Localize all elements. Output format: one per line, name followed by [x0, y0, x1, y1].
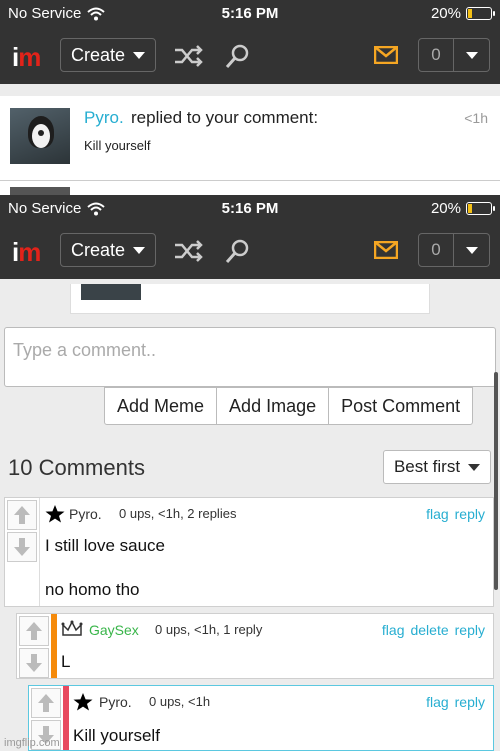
comment-user[interactable]: Pyro.: [99, 694, 132, 710]
battery-percent: 20%: [430, 200, 461, 217]
mail-icon[interactable]: [374, 46, 398, 64]
notification-time: <1h: [464, 110, 488, 126]
shuffle-icon[interactable]: [172, 237, 204, 265]
comment: Pyro. 0 ups, <1h, 2 replies flag reply I …: [4, 497, 494, 607]
arrow-down-icon: [26, 654, 42, 672]
comment-input[interactable]: Type a comment..: [4, 327, 496, 387]
chevron-down-icon: [133, 246, 146, 254]
chevron-down-icon: [133, 51, 146, 59]
upvote-button[interactable]: [19, 616, 49, 646]
notification-text: replied to your comment:: [131, 108, 319, 127]
delete-link[interactable]: delete: [410, 622, 448, 638]
upvote-button[interactable]: [7, 500, 37, 530]
battery-icon: [466, 202, 495, 215]
notification-count[interactable]: 0: [418, 38, 454, 72]
chevron-down-icon: [468, 463, 481, 471]
comment-actions: flag delete reply: [382, 622, 485, 638]
comment-user[interactable]: Pyro.: [69, 506, 102, 522]
comment-text: no homo tho: [45, 580, 140, 599]
comment-accent: [63, 686, 69, 750]
reply-link[interactable]: reply: [455, 622, 485, 638]
arrow-down-icon: [14, 538, 30, 556]
arrow-up-icon: [14, 506, 30, 524]
comment-text: I still love sauce: [45, 536, 165, 555]
compose-actions: Add Meme Add Image Post Comment: [104, 387, 474, 425]
comments-count: 10 Comments: [8, 455, 145, 480]
clock: 5:16 PM: [221, 200, 279, 217]
notification-user[interactable]: Pyro.: [84, 108, 124, 128]
add-image-button[interactable]: Add Image: [217, 388, 330, 424]
notification-count[interactable]: 0: [418, 233, 454, 267]
shuffle-icon[interactable]: [172, 42, 204, 70]
status-bar: No Service 5:16 PM 20%: [0, 0, 500, 28]
downvote-button[interactable]: [19, 648, 49, 678]
meme-card-peek: [70, 284, 430, 314]
upvote-button[interactable]: [31, 688, 61, 718]
star-icon: [73, 693, 93, 711]
comment-user[interactable]: GaySex: [89, 622, 139, 638]
reply-link[interactable]: reply: [455, 506, 485, 522]
comment-accent: [51, 614, 57, 678]
star-icon: [45, 505, 65, 523]
notification-item[interactable]: Pyro. replied to your comment: <1h Kill …: [0, 96, 500, 181]
comment-meta: 0 ups, <1h, 2 replies: [119, 506, 237, 521]
create-button[interactable]: Create: [60, 233, 156, 267]
battery-percent: 20%: [430, 5, 461, 22]
notification-item-cut: [0, 181, 500, 195]
comment: Pyro. 0 ups, <1h flag reply Kill yourself: [28, 685, 494, 751]
flag-link[interactable]: flag: [426, 506, 449, 522]
comment: GaySex 0 ups, <1h, 1 reply flag delete rep…: [16, 613, 494, 679]
search-icon[interactable]: [222, 237, 254, 265]
imgflip-logo[interactable]: im: [12, 237, 41, 268]
create-button[interactable]: Create: [60, 38, 156, 72]
imgflip-logo[interactable]: im: [12, 42, 41, 73]
watermark: imgflip.com: [4, 737, 60, 749]
post-comment-button[interactable]: Post Comment: [329, 388, 472, 424]
comment-text: L: [61, 652, 71, 671]
notification-body: Kill yourself: [84, 138, 151, 153]
mail-icon[interactable]: [374, 241, 398, 259]
downvote-button[interactable]: [7, 532, 37, 562]
avatar: [10, 108, 70, 164]
search-icon[interactable]: [222, 42, 254, 70]
flag-link[interactable]: flag: [426, 694, 449, 710]
sort-select[interactable]: Best first: [383, 450, 491, 484]
nav-bar-2: im Create 0: [0, 223, 500, 279]
comment-text: Kill yourself: [73, 726, 160, 745]
arrow-up-icon: [26, 622, 42, 640]
status-bar-2: No Service 5:16 PM 20%: [0, 195, 500, 223]
comment-actions: flag reply: [426, 506, 485, 522]
notification-dropdown[interactable]: [454, 38, 490, 72]
crown-icon: [61, 620, 83, 636]
nav-bar: im Create 0: [0, 28, 500, 84]
flag-link[interactable]: flag: [382, 622, 405, 638]
comment-meta: 0 ups, <1h: [149, 694, 211, 709]
reply-link[interactable]: reply: [455, 694, 485, 710]
arrow-up-icon: [38, 694, 54, 712]
comment-actions: flag reply: [426, 694, 485, 710]
clock: 5:16 PM: [221, 5, 279, 22]
chevron-down-icon: [465, 246, 478, 254]
battery-icon: [466, 7, 495, 20]
add-meme-button[interactable]: Add Meme: [105, 388, 218, 424]
chevron-down-icon: [465, 51, 478, 59]
comment-meta: 0 ups, <1h, 1 reply: [155, 622, 263, 637]
scrollbar[interactable]: [494, 372, 498, 590]
notification-dropdown[interactable]: [454, 233, 490, 267]
